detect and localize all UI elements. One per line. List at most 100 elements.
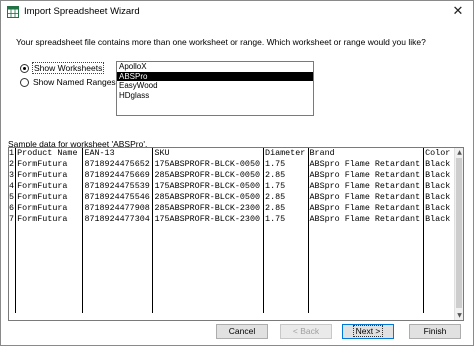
- product-name-cell: FormFutura: [15, 214, 84, 225]
- empty-cell: [82, 258, 154, 269]
- empty-cell: [9, 291, 17, 302]
- product-name-cell: FormFutura: [15, 192, 84, 203]
- empty-row: [9, 280, 455, 291]
- scroll-up-arrow-icon[interactable]: ▲: [455, 148, 463, 157]
- next-button[interactable]: Next >: [342, 324, 394, 339]
- show-named-ranges-label: Show Named Ranges: [33, 77, 116, 87]
- empty-cell: [263, 225, 309, 236]
- show-worksheets-option[interactable]: Show Worksheets: [20, 62, 105, 74]
- product-name-cell: FormFutura: [15, 181, 84, 192]
- ean-cell: 8718924475539: [82, 181, 154, 192]
- row-number: 5: [9, 192, 17, 203]
- empty-cell: [9, 236, 17, 247]
- empty-cell: [308, 291, 425, 302]
- diameter-cell: 2.85: [263, 192, 309, 203]
- empty-cell: [82, 291, 154, 302]
- empty-cell: [423, 302, 455, 313]
- ean-cell: 8718924477908: [82, 203, 154, 214]
- brand-cell: ABSpro Flame Retardant: [308, 203, 425, 214]
- back-button[interactable]: < Back: [280, 324, 332, 339]
- spreadsheet-icon: [7, 6, 19, 18]
- empty-cell: [15, 280, 84, 291]
- empty-cell: [263, 247, 309, 258]
- finish-button[interactable]: Finish: [409, 324, 461, 339]
- empty-cell: [423, 225, 455, 236]
- sku-cell: 175ABSPROFR-BLCK-2300: [152, 214, 265, 225]
- empty-cell: [9, 258, 17, 269]
- show-named-ranges-option[interactable]: Show Named Ranges: [20, 76, 116, 88]
- empty-cell: [263, 258, 309, 269]
- empty-cell: [152, 225, 265, 236]
- diameter-cell: 2.85: [263, 170, 309, 181]
- ean-cell: EAN-13: [82, 148, 154, 159]
- empty-cell: [308, 302, 425, 313]
- color-cell: Black: [423, 214, 455, 225]
- sample-data-grid[interactable]: 1 Product Name EAN-13 SKU Diameter Brand Color…: [8, 147, 464, 321]
- sample-data-table: 1 Product Name EAN-13 SKU Diameter Brand Color…: [9, 148, 455, 313]
- next-button-label: Next >: [352, 325, 384, 337]
- empty-cell: [308, 225, 425, 236]
- scroll-down-arrow-icon[interactable]: ▼: [455, 311, 463, 320]
- empty-cell: [15, 302, 84, 313]
- brand-cell: ABSpro Flame Retardant: [308, 170, 425, 181]
- table-row: 7 FormFutura 8718924477304 175ABSPROFR-BLCK…: [9, 214, 455, 225]
- vertical-scrollbar[interactable]: ▲ ▼: [454, 148, 463, 320]
- table-row: 5 FormFutura 8718924475546 285ABSPROFR-BLCK…: [9, 192, 455, 203]
- row-number: 1: [9, 148, 17, 159]
- empty-cell: [9, 269, 17, 280]
- ean-cell: 8718924475546: [82, 192, 154, 203]
- color-cell: Black: [423, 192, 455, 203]
- show-named-ranges-radio[interactable]: [20, 77, 29, 87]
- ean-cell: 8718924475652: [82, 159, 154, 170]
- color-cell: Black: [423, 181, 455, 192]
- empty-cell: [15, 291, 84, 302]
- sku-cell: SKU: [152, 148, 265, 159]
- scrollbar-thumb[interactable]: [456, 158, 462, 308]
- empty-cell: [423, 247, 455, 258]
- empty-cell: [152, 280, 265, 291]
- row-number: 4: [9, 181, 17, 192]
- empty-cell: [152, 236, 265, 247]
- empty-cell: [9, 280, 17, 291]
- worksheet-item[interactable]: HDglass: [117, 91, 313, 101]
- empty-cell: [9, 302, 17, 313]
- table-row: 2 FormFutura 8718924475652 175ABSPROFR-BLCK…: [9, 159, 455, 170]
- title-bar[interactable]: Import Spreadsheet Wizard ✕: [1, 1, 473, 23]
- color-cell: Color: [423, 148, 455, 159]
- worksheet-item[interactable]: EasyWood: [117, 81, 313, 91]
- brand-cell: Brand: [308, 148, 425, 159]
- worksheet-item[interactable]: ApolloX: [117, 62, 313, 72]
- empty-cell: [423, 258, 455, 269]
- empty-cell: [263, 302, 309, 313]
- empty-row: [9, 291, 455, 302]
- empty-cell: [263, 269, 309, 280]
- cancel-button[interactable]: Cancel: [216, 324, 268, 339]
- close-icon[interactable]: ✕: [447, 3, 469, 21]
- empty-cell: [152, 291, 265, 302]
- empty-row: [9, 236, 455, 247]
- product-name-cell: FormFutura: [15, 203, 84, 214]
- product-name-cell: FormFutura: [15, 159, 84, 170]
- empty-cell: [152, 247, 265, 258]
- diameter-cell: 1.75: [263, 214, 309, 225]
- empty-cell: [263, 280, 309, 291]
- ean-cell: 8718924477304: [82, 214, 154, 225]
- table-row: 3 FormFutura 8718924475669 285ABSPROFR-BLCK…: [9, 170, 455, 181]
- table-row: 1 Product Name EAN-13 SKU Diameter Brand Color: [9, 148, 455, 159]
- row-number: 3: [9, 170, 17, 181]
- empty-cell: [308, 236, 425, 247]
- empty-cell: [152, 302, 265, 313]
- sku-cell: 285ABSPROFR-BLCK-2300: [152, 203, 265, 214]
- worksheet-item-selected[interactable]: ABSPro: [117, 71, 313, 81]
- empty-cell: [15, 225, 84, 236]
- color-cell: Black: [423, 170, 455, 181]
- empty-cell: [308, 280, 425, 291]
- table-row: 4 FormFutura 8718924475539 175ABSPROFR-BLCK…: [9, 181, 455, 192]
- empty-cell: [15, 247, 84, 258]
- empty-cell: [423, 291, 455, 302]
- import-spreadsheet-wizard-window: Import Spreadsheet Wizard ✕ Your spreads…: [0, 0, 474, 346]
- empty-row: [9, 302, 455, 313]
- show-worksheets-radio[interactable]: [20, 63, 29, 73]
- wizard-body: Your spreadsheet file contains more than…: [1, 23, 473, 345]
- worksheet-listbox[interactable]: ApolloX ABSPro EasyWood HDglass: [116, 61, 314, 116]
